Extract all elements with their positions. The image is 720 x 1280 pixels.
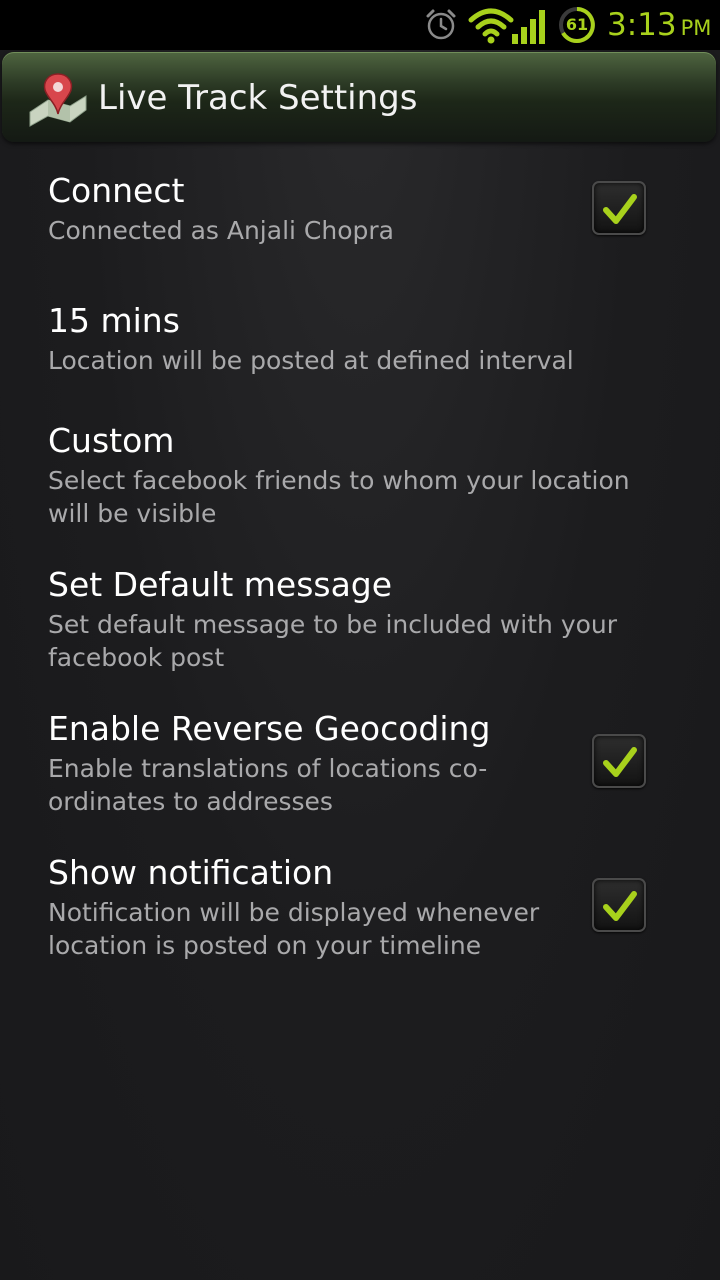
settings-screen: 61 3:13 PM Live Track Settings Connect Co… [0, 0, 720, 1280]
pref-title: Connect [48, 171, 185, 210]
alarm-icon [426, 9, 456, 40]
pref-summary: Set default message to be included with … [48, 610, 618, 672]
pref-summary: Enable translations of locations co-ordi… [48, 754, 488, 816]
pref-connect[interactable]: Connect Connected as Anjali Chopra [48, 170, 678, 247]
checkmark-icon [603, 194, 637, 224]
reverse-geocoding-checkbox[interactable] [592, 734, 646, 788]
pref-title: Show notification [48, 853, 334, 892]
pref-reverse-geocoding[interactable]: Enable Reverse Geocoding Enable translat… [48, 708, 678, 818]
title-bar: Live Track Settings [2, 52, 716, 142]
pref-summary: Connected as Anjali Chopra [48, 216, 394, 245]
wifi-icon [468, 8, 514, 44]
clock-time: 3:13 [607, 7, 677, 43]
status-bar: 61 3:13 PM [0, 0, 720, 50]
pref-interval[interactable]: 15 mins Location will be posted at defin… [48, 300, 678, 377]
checkmark-icon [603, 891, 637, 921]
pref-custom-friends[interactable]: Custom Select facebook friends to whom y… [48, 420, 678, 530]
pref-title: Set Default message [48, 565, 393, 604]
connect-checkbox[interactable] [592, 181, 646, 235]
battery-level: 61 [565, 15, 589, 34]
pref-summary: Select facebook friends to whom your loc… [48, 466, 630, 528]
pref-title: Enable Reverse Geocoding [48, 709, 491, 748]
checkmark-icon [603, 747, 637, 777]
pref-summary: Location will be posted at defined inter… [48, 346, 574, 375]
page-title: Live Track Settings [98, 78, 418, 118]
pref-title: Custom [48, 421, 175, 460]
show-notification-checkbox[interactable] [592, 878, 646, 932]
pref-summary: Notification will be displayed whenever … [48, 898, 540, 960]
pref-title: 15 mins [48, 301, 180, 340]
pref-show-notification[interactable]: Show notification Notification will be d… [48, 852, 678, 962]
clock: 3:13 PM [607, 2, 711, 51]
signal-icon [512, 10, 545, 44]
map-pin-icon [29, 73, 87, 127]
clock-ampm: PM [680, 16, 712, 40]
pref-default-message[interactable]: Set Default message Set default message … [48, 564, 678, 674]
